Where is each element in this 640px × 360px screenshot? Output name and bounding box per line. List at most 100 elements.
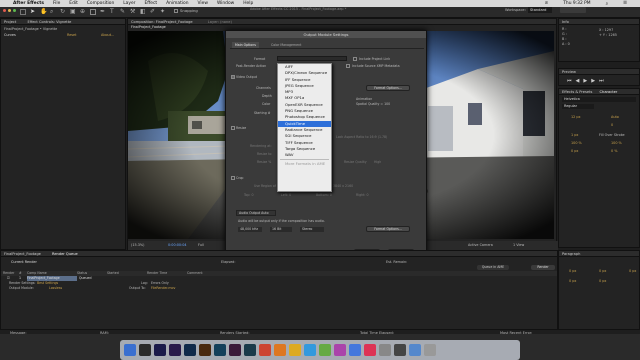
include-project-link-checkbox[interactable]	[353, 57, 357, 61]
app-icon-red[interactable]	[259, 344, 271, 356]
render-settings-value[interactable]: Best Settings	[37, 281, 58, 285]
illustrator-icon[interactable]	[199, 344, 211, 356]
include-xmp-checkbox[interactable]	[346, 64, 350, 68]
indent-first-value[interactable]: 0 px	[629, 269, 636, 273]
crop-top[interactable]: Top: 0	[244, 193, 254, 197]
resolution-select[interactable]: Full	[198, 243, 204, 247]
format-option[interactable]: DPX/Cineon Sequence	[278, 70, 331, 76]
crop-left[interactable]: Left: 0	[281, 193, 291, 197]
character-tab[interactable]: Character	[600, 90, 618, 94]
tab-color-management[interactable]: Color Management	[268, 42, 304, 48]
font-family-select[interactable]: Helvetica	[562, 97, 636, 102]
resize-quality-select[interactable]: High	[374, 160, 381, 164]
menu-layer[interactable]: Layer	[123, 1, 135, 6]
hand-tool-icon[interactable]: ✋	[40, 9, 47, 15]
menu-list-icon[interactable]: ☰	[623, 1, 627, 6]
fx-curves-label[interactable]: Curves	[4, 33, 16, 37]
eraser-tool-icon[interactable]: ◧	[140, 9, 146, 15]
finder-icon[interactable]	[124, 344, 136, 356]
views-select[interactable]: 1 View	[513, 243, 524, 247]
menu-file[interactable]: File	[53, 1, 60, 6]
home-tool-icon[interactable]	[20, 9, 26, 15]
log-select[interactable]: Errors Only	[151, 281, 169, 285]
app-icon-green[interactable]	[319, 344, 331, 356]
space-before-value[interactable]: 0 px	[569, 279, 576, 283]
photoshop-icon[interactable]	[184, 344, 196, 356]
roto-brush-tool-icon[interactable]: ✐	[150, 9, 156, 15]
rectangle-tool-icon[interactable]	[90, 9, 96, 15]
menu-composition[interactable]: Composition	[87, 1, 114, 6]
font-style-select[interactable]: Regular	[562, 104, 594, 109]
audio-rate-select[interactable]: 48,000 kHz	[238, 227, 262, 232]
timeline-tab[interactable]: FinalProject_Footage	[4, 252, 41, 256]
close-window-button[interactable]	[3, 9, 6, 12]
app-icon-blue[interactable]	[304, 344, 316, 356]
media-encoder-icon[interactable]	[229, 344, 241, 356]
menu-window[interactable]: Window	[217, 1, 234, 6]
tsume-value[interactable]: 0 %	[611, 149, 617, 153]
zoom-window-button[interactable]	[13, 9, 16, 12]
bridge-icon[interactable]	[244, 344, 256, 356]
output-module-value[interactable]: Lossless	[49, 286, 62, 290]
timecode[interactable]: 0:00:00:04	[168, 243, 187, 247]
tab-main-options[interactable]: Main Options	[232, 42, 259, 48]
rotate-tool-icon[interactable]: ↻	[60, 9, 66, 15]
workspace-select[interactable]: Standard	[528, 7, 552, 13]
indent-right-value[interactable]: 0 px	[599, 269, 606, 273]
format-options-button[interactable]: Format Options...	[366, 85, 410, 91]
trash-icon[interactable]	[424, 344, 436, 356]
selection-tool-icon[interactable]: ➤	[30, 9, 36, 15]
crop-right[interactable]: Right: 0	[356, 193, 369, 197]
menu-animation[interactable]: Animation	[166, 1, 188, 6]
crop-bottom[interactable]: Bottom: 0	[316, 193, 332, 197]
brush-tool-icon[interactable]: ✎	[120, 9, 126, 15]
app-icon-yellow[interactable]	[289, 344, 301, 356]
reset-link[interactable]: Reset	[67, 33, 76, 37]
minimize-window-button[interactable]	[8, 9, 11, 12]
pan-behind-tool-icon[interactable]: ⊕	[80, 9, 86, 15]
downloads-stack-icon[interactable]	[409, 344, 421, 356]
audio-channels-select[interactable]: Stereo	[300, 227, 324, 232]
first-frame-icon[interactable]: ⏮	[567, 78, 572, 84]
app-menu[interactable]: After Effects	[13, 1, 44, 6]
effects-presets-tab[interactable]: Effects & Presets	[562, 90, 592, 94]
menu-help[interactable]: Help	[243, 1, 253, 6]
stroke-type-select[interactable]: Fill Over Stroke	[599, 133, 625, 137]
render-queue-tab[interactable]: Render Queue	[52, 252, 78, 256]
leading-value[interactable]: Auto	[611, 115, 619, 119]
vertical-scale-value[interactable]: 100 %	[571, 141, 582, 145]
camera-select[interactable]: Active Camera	[468, 243, 493, 247]
effect-controls-tab[interactable]: Effect Controls: Vignette	[27, 20, 71, 24]
crop-checkbox[interactable]	[231, 176, 235, 180]
about-link[interactable]: About...	[101, 33, 114, 37]
indent-left-value[interactable]: 0 px	[569, 269, 576, 273]
layer-tab[interactable]: Layer: (none)	[208, 20, 232, 24]
terminal-icon[interactable]	[394, 344, 406, 356]
font-size-value[interactable]: 12 px	[571, 115, 581, 119]
space-after-value[interactable]: 0 px	[599, 279, 606, 283]
play-icon[interactable]: ▶	[583, 78, 587, 84]
resize-checkbox[interactable]	[231, 126, 235, 130]
queue-in-ame-button[interactable]: Queue in AME	[477, 265, 509, 270]
menu-effect[interactable]: Effect	[144, 1, 157, 6]
audio-output-select[interactable]: Audio Output Auto	[236, 210, 276, 216]
tracking-value[interactable]: 0	[611, 123, 613, 127]
stroke-width-value[interactable]: 1 px	[571, 133, 578, 137]
next-frame-icon[interactable]: ▶	[591, 78, 595, 84]
app-icon-pink[interactable]	[364, 344, 376, 356]
search-icon[interactable]: ⌕	[606, 1, 608, 7]
zoom-level[interactable]: (15.3%)	[131, 243, 144, 247]
camera-tool-icon[interactable]: ▣	[70, 9, 76, 15]
clone-stamp-tool-icon[interactable]: ⚒	[130, 9, 136, 15]
baseline-shift-value[interactable]: 0 px	[571, 149, 578, 153]
output-to-value[interactable]: FileRender.mov	[151, 286, 175, 290]
horizontal-scale-value[interactable]: 100 %	[611, 141, 622, 145]
prev-frame-icon[interactable]: ◀	[576, 78, 580, 84]
type-tool-icon[interactable]: T	[110, 9, 116, 15]
pen-tool-icon[interactable]: ✒	[100, 9, 106, 15]
app-icon-orange[interactable]	[274, 344, 286, 356]
clock[interactable]: Thu 9:32 PM	[563, 1, 590, 6]
menu-edit[interactable]: Edit	[69, 1, 78, 6]
launchpad-icon[interactable]	[139, 344, 151, 356]
search-help-field[interactable]	[560, 7, 586, 13]
